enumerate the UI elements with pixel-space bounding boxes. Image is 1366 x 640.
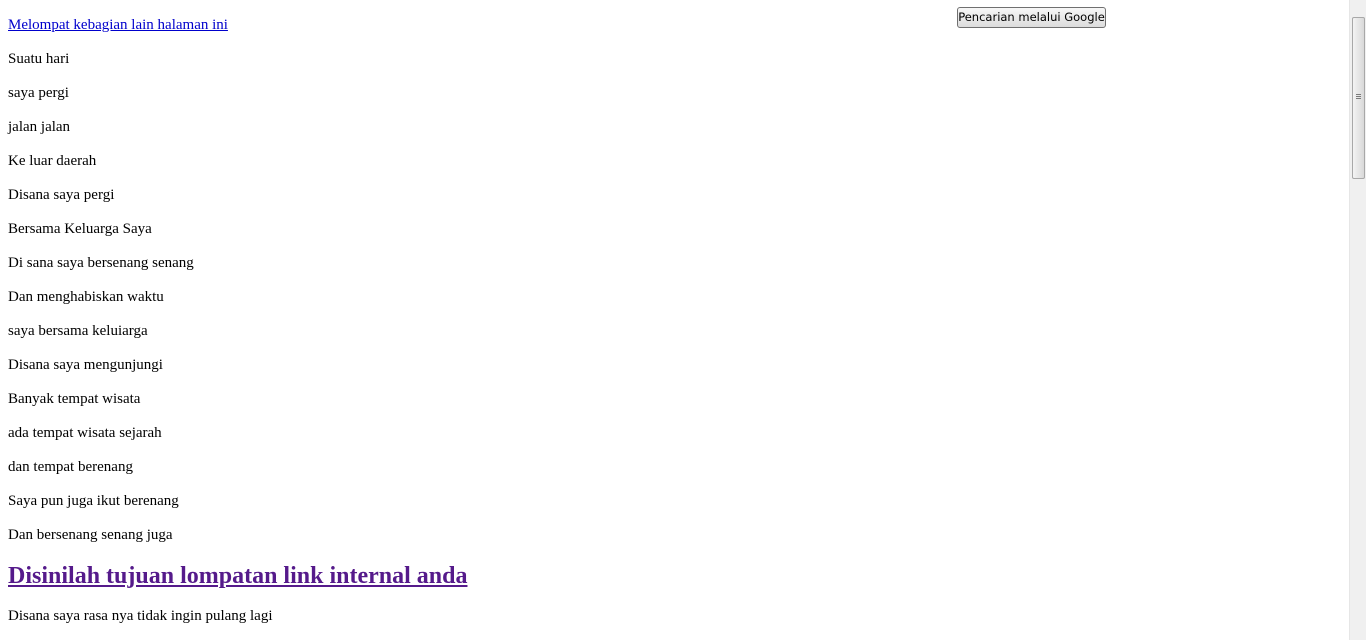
story-line: Saya pun juga ikut berenang <box>8 493 179 509</box>
story-line: jalan jalan <box>8 119 71 135</box>
story-line: Suatu hari <box>8 51 70 67</box>
jump-to-section-link[interactable]: Melompat kebagian lain halaman ini <box>8 17 1338 34</box>
story-line: saya bersama keluiarga <box>8 323 148 339</box>
story-line: Banyak tempat wisata <box>8 391 141 407</box>
story-line: Ke luar daerah <box>8 153 97 169</box>
anchor-target-heading[interactable]: Disinilah tujuan lompatan link internal … <box>8 561 1338 591</box>
story-line: Di sana saya bersenang senang <box>8 255 194 271</box>
story-line: ada tempat wisata sejarah <box>8 425 162 441</box>
story-line: Bersama Keluarga Saya <box>8 221 152 237</box>
story-line: Disana saya pergi <box>8 187 115 203</box>
grip-line-icon <box>1356 96 1361 97</box>
story-line: dan tempat berenang <box>8 459 133 475</box>
story-lines: Suatu hari saya pergi jalan jalan Ke lua… <box>8 51 1338 544</box>
grip-line-icon <box>1356 98 1361 99</box>
scrollbar-thumb[interactable] <box>1352 17 1365 179</box>
page-content: Melompat kebagian lain halaman ini Suatu… <box>8 17 1338 640</box>
story-line: Disana saya rasa nya tidak ingin pulang … <box>8 608 273 624</box>
story-line: Dan menghabiskan waktu <box>8 289 164 305</box>
story-line: saya pergi <box>8 85 69 101</box>
grip-line-icon <box>1356 94 1361 95</box>
story-line: Dan bersenang senang juga <box>8 527 173 543</box>
story-line: Disana saya mengunjungi <box>8 357 163 373</box>
vertical-scrollbar[interactable] <box>1349 0 1366 640</box>
